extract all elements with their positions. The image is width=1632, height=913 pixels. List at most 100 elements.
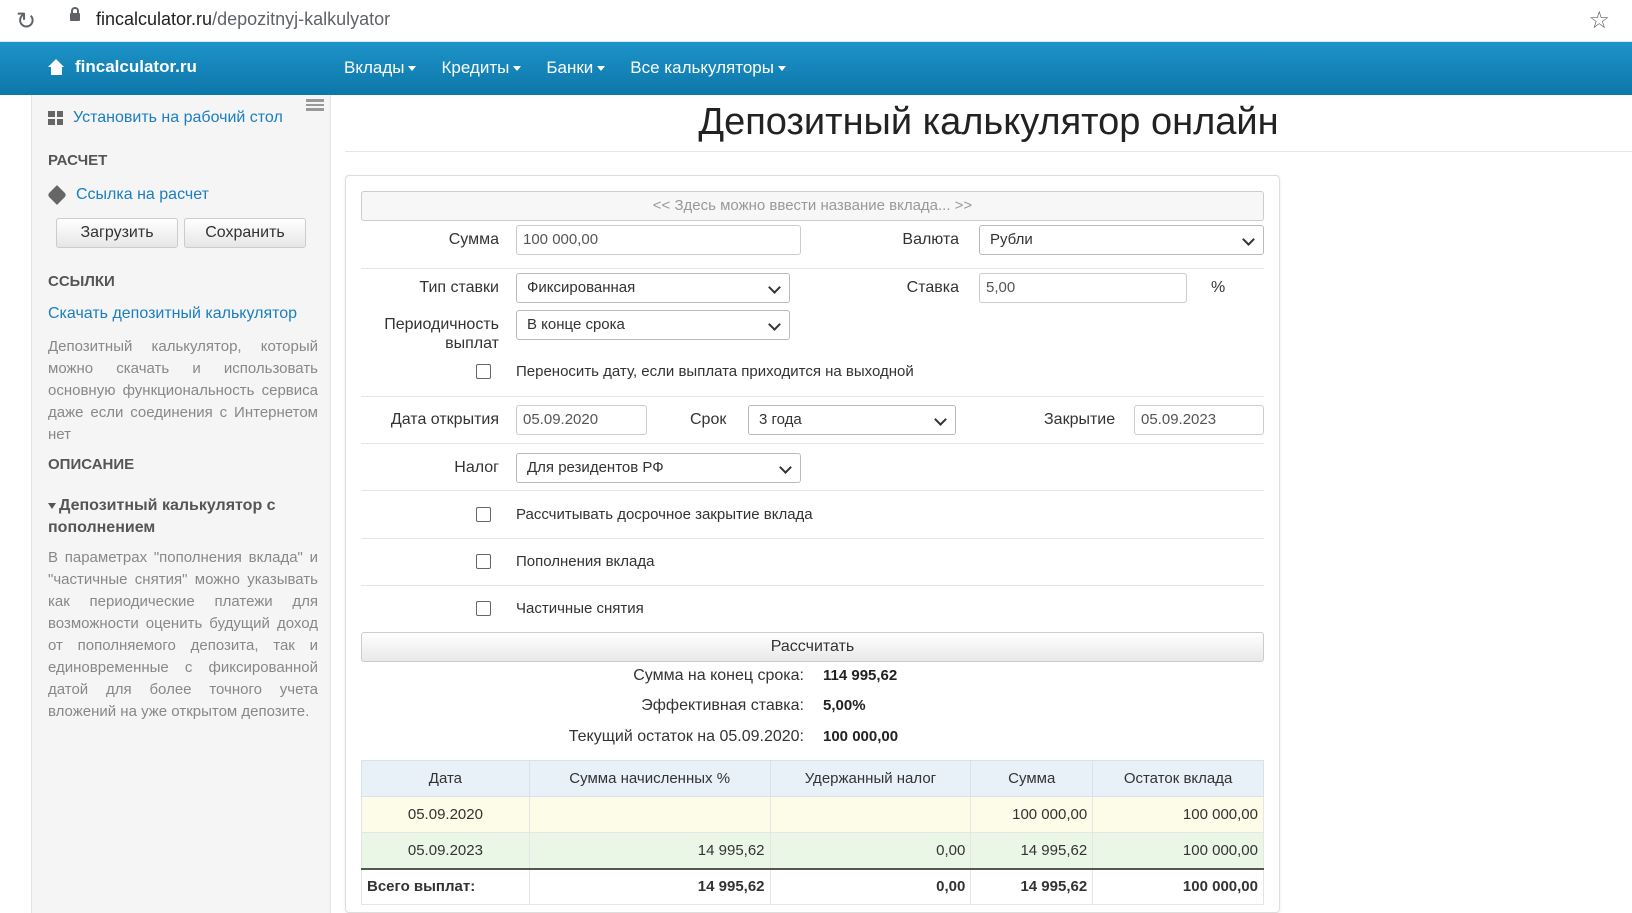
- divider: [361, 268, 1264, 269]
- title-divider: [345, 151, 1632, 152]
- period-label: Периодичность выплат: [384, 315, 499, 353]
- end-sum-label: Сумма на конец срока:: [633, 667, 804, 684]
- period-label-line2: выплат: [445, 335, 499, 352]
- col-header-tax[interactable]: Удержанный налог: [769, 760, 972, 797]
- currency-select[interactable]: Рубли: [979, 225, 1264, 255]
- nav-label: Банки: [546, 58, 594, 77]
- cell-date: 05.09.2020: [361, 796, 530, 833]
- nav-label: Вклады: [344, 58, 405, 77]
- table-row: 05.09.2023 14 995,62 0,00 14 995,62 100 …: [361, 832, 1264, 869]
- sum-input[interactable]: 100 000,00: [516, 225, 801, 255]
- period-label-line1: Периодичность: [384, 316, 499, 333]
- install-label: Установить на рабочий стол: [73, 109, 283, 126]
- cell-balance: 100 000,00: [1092, 796, 1264, 833]
- early-close-checkbox[interactable]: [476, 507, 491, 522]
- caret-down-icon: [48, 502, 56, 509]
- tag-icon: [47, 185, 67, 205]
- table-total-row: Всего выплат: 14 995,62 0,00 14 995,62 1…: [361, 867, 1264, 905]
- rate-unit: %: [1211, 279, 1226, 296]
- cell-balance: 100 000,00: [1092, 832, 1264, 869]
- col-header-interest[interactable]: Сумма начисленных %: [528, 760, 771, 797]
- links-heading: ССЫЛКИ: [48, 273, 115, 290]
- page-title: Депозитный калькулятор онлайн: [698, 101, 1279, 143]
- col-header-balance[interactable]: Остаток вклада: [1092, 760, 1264, 797]
- cell-sum: 100 000,00: [970, 796, 1094, 833]
- load-button[interactable]: Загрузить: [56, 218, 178, 248]
- divider: [361, 490, 1264, 491]
- total-label: Всего выплат:: [361, 867, 530, 905]
- nav-item-all-calculators[interactable]: Все калькуляторы: [630, 58, 786, 78]
- save-button[interactable]: Сохранить: [184, 218, 306, 248]
- total-balance: 100 000,00: [1092, 867, 1264, 905]
- nav-menu: Вклады Кредиты Банки Все калькуляторы: [344, 58, 811, 78]
- caret-down-icon: [513, 65, 522, 71]
- nav-item-deposits[interactable]: Вклады: [344, 58, 417, 78]
- bookmark-star-icon[interactable]: ☆: [1588, 6, 1610, 35]
- term-label: Срок: [690, 411, 727, 428]
- caret-down-icon: [408, 65, 417, 71]
- cell-tax: [769, 796, 972, 833]
- divider: [361, 396, 1264, 397]
- sum-label: Сумма: [448, 231, 499, 248]
- sidebar-toggle-icon[interactable]: [306, 99, 324, 111]
- description-text: В параметрах "пополнения вклада" и "част…: [48, 549, 318, 720]
- withdraw-checkbox[interactable]: [476, 601, 491, 616]
- install-desktop-link[interactable]: Установить на рабочий стол: [48, 109, 283, 127]
- end-sum-value: 114 995,62: [823, 667, 898, 684]
- col-header-sum[interactable]: Сумма: [970, 760, 1094, 797]
- rate-type-label: Тип ставки: [419, 279, 499, 296]
- reload-icon[interactable]: ↻: [16, 7, 36, 36]
- open-date-input[interactable]: 05.09.2020: [516, 405, 647, 435]
- description-heading: ОПИСАНИЕ: [48, 456, 135, 473]
- move-date-checkbox[interactable]: [476, 364, 491, 379]
- current-balance-value: 100 000,00: [823, 728, 899, 745]
- top-navbar: fincalculator.ru Вклады Кредиты Банки Вс…: [0, 42, 1632, 95]
- refill-label: Пополнения вклада: [516, 553, 655, 570]
- schedule-table: Дата Сумма начисленных % Удержанный нало…: [361, 760, 1264, 905]
- brand-link[interactable]: fincalculator.ru: [48, 57, 197, 77]
- divider: [361, 443, 1264, 444]
- table-header-row: Дата Сумма начисленных % Удержанный нало…: [361, 760, 1264, 797]
- close-date-input[interactable]: 05.09.2023: [1134, 405, 1264, 435]
- withdraw-label: Частичные снятия: [516, 600, 644, 617]
- current-balance-label: Текущий остаток на 05.09.2020:: [568, 728, 804, 745]
- browser-toolbar: ↻ fincalculator.ru/depozitnyj-kalkulyato…: [0, 0, 1632, 42]
- caret-down-icon: [777, 65, 786, 71]
- effective-rate-label: Эффективная ставка:: [641, 697, 804, 714]
- calc-link[interactable]: Ссылка на расчет: [47, 185, 209, 205]
- cell-interest: [528, 796, 771, 833]
- term-select[interactable]: 3 года: [748, 405, 956, 435]
- move-date-label: Переносить дату, если выплата приходится…: [516, 363, 914, 380]
- refill-checkbox[interactable]: [476, 554, 491, 569]
- url-path: /depozitnyj-kalkulyator: [212, 9, 391, 29]
- col-header-date[interactable]: Дата: [361, 760, 530, 797]
- description-subheading[interactable]: Депозитный калькулятор с пополнением: [48, 495, 318, 539]
- lock-icon[interactable]: [70, 7, 80, 21]
- home-icon: [48, 58, 65, 76]
- tax-select[interactable]: Для резидентов РФ: [516, 453, 801, 483]
- rate-type-select[interactable]: Фиксированная: [516, 273, 790, 303]
- calc-heading: РАСЧЕТ: [48, 152, 108, 169]
- windows-icon: [48, 111, 63, 125]
- calculator-panel: << Здесь можно ввести название вклада...…: [345, 175, 1280, 913]
- nav-label: Все калькуляторы: [630, 58, 774, 77]
- divider: [361, 585, 1264, 586]
- calculate-button[interactable]: Рассчитать: [361, 632, 1264, 662]
- url-host: fincalculator.ru: [96, 9, 213, 29]
- nav-item-banks[interactable]: Банки: [546, 58, 606, 78]
- download-calculator-link[interactable]: Скачать депозитный калькулятор: [48, 305, 297, 323]
- nav-label: Кредиты: [441, 58, 510, 77]
- table-row: 05.09.2020 100 000,00 100 000,00: [361, 796, 1264, 833]
- cell-date: 05.09.2023: [361, 832, 530, 869]
- nav-item-credits[interactable]: Кредиты: [441, 58, 522, 78]
- period-select[interactable]: В конце срока: [516, 310, 790, 340]
- download-description: Депозитный калькулятор, который можно ск…: [48, 338, 318, 443]
- address-bar[interactable]: fincalculator.ru/depozitnyj-kalkulyator: [96, 9, 390, 30]
- cell-sum: 14 995,62: [970, 832, 1094, 869]
- deposit-name-input[interactable]: << Здесь можно ввести название вклада...…: [361, 191, 1264, 221]
- cell-interest: 14 995,62: [528, 832, 771, 869]
- rate-input[interactable]: 5,00: [979, 273, 1187, 303]
- open-date-label: Дата открытия: [390, 411, 499, 428]
- cell-tax: 0,00: [769, 832, 972, 869]
- caret-down-icon: [597, 65, 606, 71]
